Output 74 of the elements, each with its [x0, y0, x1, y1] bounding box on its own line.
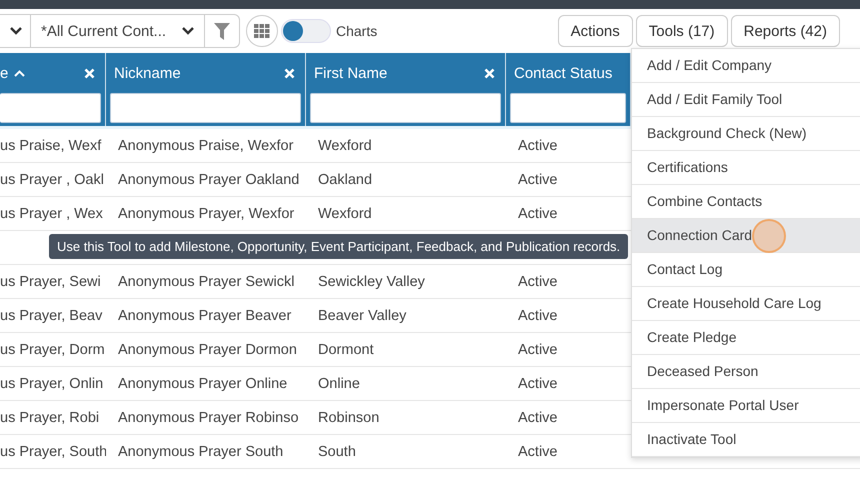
table-cell: Anonymous Prayer Oakland [118, 172, 300, 188]
click-indicator-icon [752, 219, 786, 253]
filter-button[interactable] [205, 14, 240, 48]
table-cell: us Prayer, Dorm [0, 342, 105, 358]
table-cell: Wexford [318, 206, 372, 222]
table-cell: Wexford [318, 138, 372, 154]
column-filter-field[interactable] [110, 93, 301, 123]
table-cell: South [318, 444, 356, 460]
column-filter-field[interactable] [510, 93, 626, 123]
table-cell: us Prayer, Sewi [0, 274, 101, 290]
table-cell: us Prayer, South [0, 444, 106, 460]
column-filter-field[interactable] [310, 93, 501, 123]
table-cell: Active [518, 308, 558, 324]
table-cell: Active [518, 342, 558, 358]
table-cell: Anonymous Prayer South [118, 444, 284, 460]
close-icon[interactable] [84, 68, 95, 78]
table-cell: us Prayer, Beav [0, 308, 102, 324]
table-cell: us Prayer , Oakl [0, 172, 104, 188]
toolbar-button[interactable]: Tools (17) [636, 15, 728, 47]
table-cell: Anonymous Prayer Beaver [118, 308, 292, 324]
table-cell: Online [318, 376, 360, 392]
table-cell: Active [518, 376, 558, 392]
toggle-label: Charts [336, 23, 378, 39]
table-cell: us Prayer, Robi [0, 410, 100, 426]
close-icon[interactable] [484, 68, 495, 78]
view-label: *All Current Cont... [41, 22, 166, 40]
menu-item[interactable]: Certifications [632, 151, 842, 184]
table-cell: us Prayer, Onlin [0, 376, 104, 392]
table-cell: us Praise, Wexf [0, 138, 102, 154]
table-cell: Active [518, 206, 558, 222]
table-cell: Anonymous Prayer Online [118, 376, 288, 392]
menu-item[interactable]: Impersonate Portal User [632, 389, 842, 422]
table-cell: Anonymous Prayer Sewickl [118, 274, 294, 290]
table-cell: Active [518, 444, 558, 460]
table-cell: Anonymous Prayer Dormon [118, 342, 297, 358]
table-cell: Sewickley Valley [318, 274, 425, 290]
filter-icon [214, 22, 230, 40]
menu-item[interactable]: Create Household Care Log [632, 287, 842, 320]
column-header[interactable]: Nickname [114, 64, 181, 82]
toolbar-button[interactable]: Actions [558, 15, 633, 47]
table-cell: Active [518, 138, 558, 154]
menu-item[interactable]: Add / Edit Company [632, 49, 842, 82]
close-icon[interactable] [284, 68, 295, 78]
column-header[interactable]: Contact Status [514, 64, 612, 82]
table-cell: Active [518, 172, 558, 188]
table-cell: Anonymous Praise, Wexfor [118, 138, 294, 154]
menu-item[interactable]: Deceased Person [632, 355, 842, 388]
view-dropdown[interactable]: *All Current Cont... [31, 14, 205, 48]
chevron-icon [182, 27, 194, 35]
table-cell: Active [518, 274, 558, 290]
menu-item[interactable]: Contact Log [632, 253, 842, 286]
grid-icon [254, 24, 270, 38]
menu-item[interactable]: Inactivate Tool [632, 423, 842, 456]
table-cell: Active [518, 410, 558, 426]
menu-item[interactable]: Combine Contacts [632, 185, 842, 218]
charts-toggle[interactable] [281, 19, 331, 43]
table-cell: Robinson [318, 410, 380, 426]
tooltip-text: Use this Tool to add Milestone, Opportunity, Event Participant, Feedback, and Publication records. [57, 239, 620, 254]
chevron-icon [10, 27, 22, 35]
column-header[interactable]: First Name [314, 64, 388, 82]
table-cell: Dormont [318, 342, 374, 358]
toolbar-button[interactable]: Reports (42) [730, 15, 840, 47]
menu-item[interactable]: Create Pledge [632, 321, 842, 354]
column-filter-field[interactable] [0, 93, 101, 123]
table-cell: Anonymous Prayer Robinso [118, 410, 299, 426]
menu-item[interactable]: Add / Edit Family Tool [632, 83, 842, 116]
column-header[interactable]: e [0, 64, 8, 82]
table-cell: Beaver Valley [318, 308, 406, 324]
table-cell: us Prayer , Wex [0, 206, 103, 222]
menu-item[interactable]: Background Check (New) [632, 117, 842, 150]
table-cell: Oakland [318, 172, 372, 188]
dropdown[interactable] [0, 14, 31, 48]
grid-view-button[interactable] [246, 15, 278, 47]
table-cell: Anonymous Prayer, Wexfor [118, 206, 294, 222]
